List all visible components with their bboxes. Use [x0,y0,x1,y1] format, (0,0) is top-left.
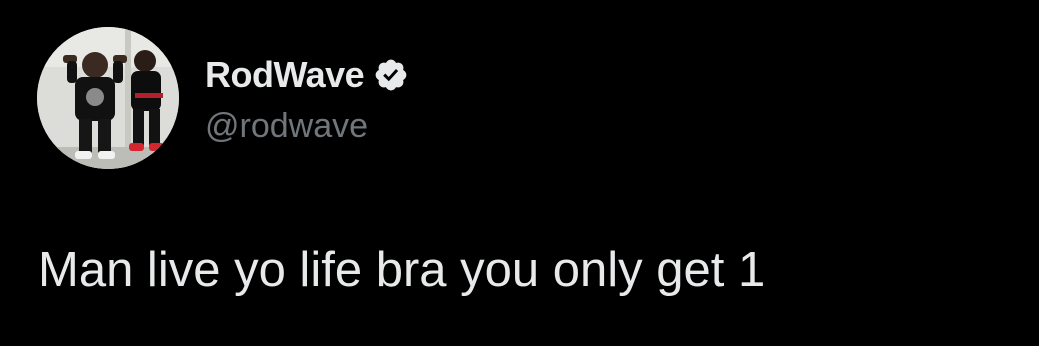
author-display-name[interactable]: RodWave [205,52,365,98]
author-handle[interactable]: @rodwave [205,104,368,148]
author-name-row: RodWave [205,52,409,98]
avatar-photo [37,27,179,169]
tweet-card: RodWave @rodwave Man live yo life bra yo… [0,0,1039,346]
tweet-text: Man live yo life bra you only get 1 [38,243,766,297]
avatar[interactable] [37,27,179,169]
verified-badge-icon[interactable] [373,57,409,93]
verified-badge-glyph [375,59,407,91]
